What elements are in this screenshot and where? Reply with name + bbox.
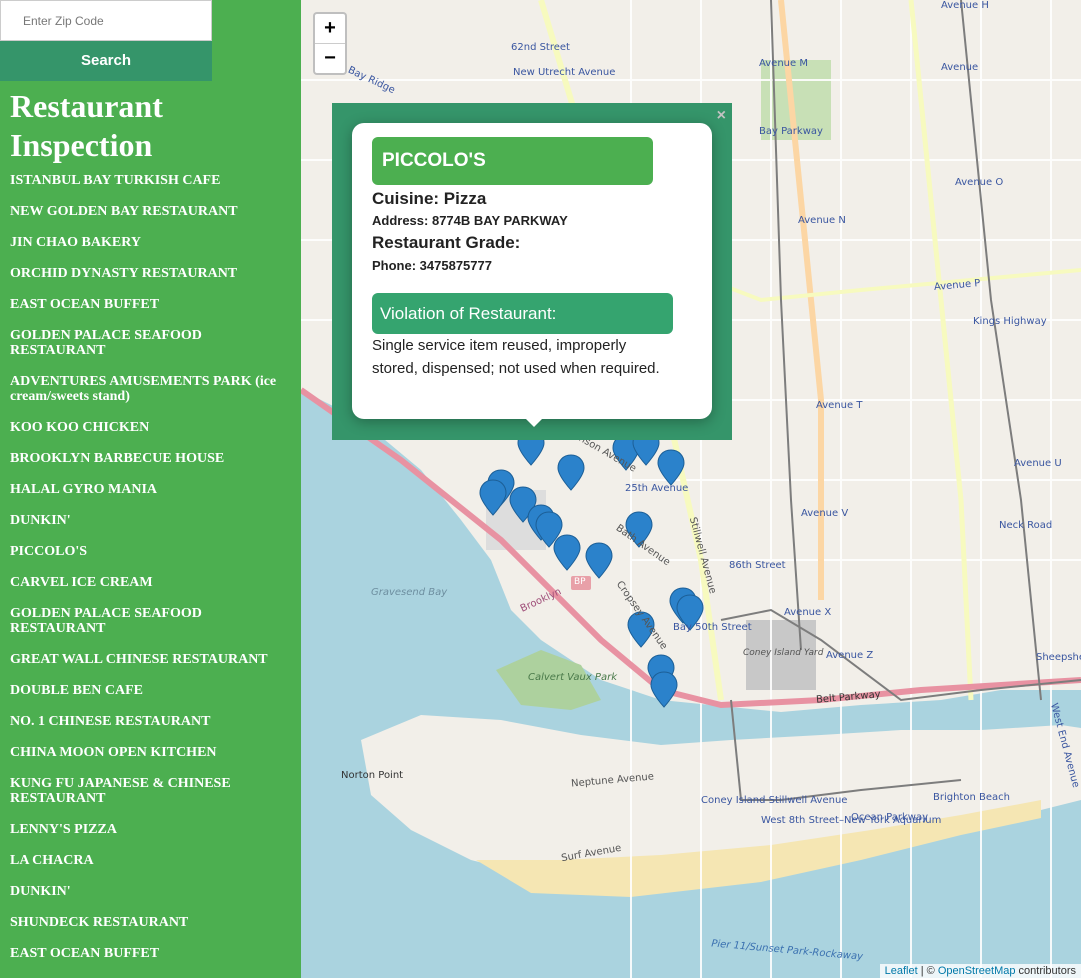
map-label: Bay Parkway: [759, 126, 823, 137]
restaurant-list-item[interactable]: DUNKIN': [10, 513, 295, 528]
map-label: Avenue O: [955, 177, 1004, 188]
zoom-control: + −: [313, 12, 347, 75]
map-label: Avenue U: [1014, 458, 1062, 469]
map-label: Avenue Z: [826, 650, 874, 661]
popup-content: PICCOLO'S Cuisine: Pizza Address: 8774B …: [352, 123, 712, 419]
restaurant-list-item[interactable]: CARVEL ICE CREAM: [10, 575, 295, 590]
restaurant-list-item[interactable]: SHUNDECK RESTAURANT: [10, 915, 295, 930]
restaurant-list-item[interactable]: ISTANBUL BAY TURKISH CAFE: [10, 173, 295, 188]
map-label: Avenue: [941, 62, 979, 73]
restaurant-list-item[interactable]: GOLDEN PALACE SEAFOOD RESTAURANT: [10, 606, 295, 636]
popup: × PICCOLO'S Cuisine: Pizza Address: 8774…: [332, 103, 732, 440]
map-label: Brighton Beach: [933, 792, 1010, 803]
restaurant-list-item[interactable]: KUNG FU JAPANESE & CHINESE RESTAURANT: [10, 776, 295, 806]
popup-grade: Restaurant Grade:: [372, 233, 521, 252]
page-title: Restaurant Inspection: [10, 88, 163, 163]
popup-phone: Phone: 3475875777: [372, 258, 492, 273]
map-label: Bay 50th Street: [673, 622, 752, 633]
restaurant-list-item[interactable]: NO. 1 CHINESE RESTAURANT: [10, 714, 295, 729]
sidebar: Search Restaurant Inspection ISTANBUL BA…: [0, 0, 301, 978]
zip-code-input[interactable]: [0, 0, 212, 41]
map-label: Avenue M: [759, 58, 808, 69]
map-label: Gravesend Bay: [371, 587, 448, 598]
map[interactable]: 62nd Street New Utrecht Avenue Bay Ridge…: [301, 0, 1081, 978]
zoom-out-button[interactable]: −: [315, 44, 345, 73]
map-label: Norton Point: [341, 770, 404, 781]
restaurant-list: ISTANBUL BAY TURKISH CAFE NEW GOLDEN BAY…: [10, 173, 295, 977]
restaurant-list-item[interactable]: ORCHID DYNASTY RESTAURANT: [10, 266, 295, 281]
popup-violation-heading: Violation of Restaurant:: [372, 293, 673, 334]
map-label: Ocean Parkway: [851, 812, 929, 823]
restaurant-list-item[interactable]: GOLDEN PALACE SEAFOOD RESTAURANT: [10, 328, 295, 358]
map-label: Neck Road: [999, 520, 1053, 531]
restaurant-list-item[interactable]: LENNY'S PIZZA: [10, 822, 295, 837]
map-label: 62nd Street: [511, 42, 570, 53]
restaurant-list-item[interactable]: HALAL GYRO MANIA: [10, 482, 295, 497]
map-attribution: Leaflet | © OpenStreetMap contributors: [879, 964, 1081, 978]
restaurant-list-item[interactable]: GREAT WALL CHINESE RESTAURANT: [10, 652, 295, 667]
map-label: Avenue X: [784, 607, 832, 618]
map-label: Calvert Vaux Park: [528, 672, 617, 683]
map-label: New Utrecht Avenue: [513, 67, 616, 78]
popup-address: Address: 8774B BAY PARKWAY: [372, 213, 568, 228]
zoom-in-button[interactable]: +: [315, 14, 345, 44]
restaurant-list-item[interactable]: EAST OCEAN BUFFET: [10, 297, 295, 312]
restaurant-list-item[interactable]: DOUBLE BEN CAFE: [10, 683, 295, 698]
restaurant-list-item[interactable]: LA CHACRA: [10, 853, 295, 868]
map-label: Avenue H: [941, 0, 989, 11]
restaurant-list-item[interactable]: ADVENTURES AMUSEMENTS PARK (ice cream/sw…: [10, 374, 295, 404]
attribution-suffix: contributors: [1015, 965, 1076, 977]
popup-violation-text: Single service item reused, improperly s…: [372, 337, 660, 377]
map-label: Sheepshead Bay: [1036, 652, 1081, 663]
map-label: Coney Island Stillwell Avenue: [701, 795, 848, 806]
popup-tip: [524, 417, 544, 427]
restaurant-list-item[interactable]: BROOKLYN BARBECUE HOUSE: [10, 451, 295, 466]
restaurant-list-item[interactable]: EAST OCEAN BUFFET: [10, 946, 295, 961]
restaurant-list-item[interactable]: NEW GOLDEN BAY RESTAURANT: [10, 204, 295, 219]
map-label: Avenue V: [801, 508, 849, 519]
osm-link[interactable]: OpenStreetMap: [938, 965, 1016, 977]
map-label: 25th Avenue: [625, 483, 689, 494]
leaflet-link[interactable]: Leaflet: [885, 965, 918, 977]
restaurant-list-item[interactable]: KOO KOO CHICKEN: [10, 420, 295, 435]
map-label: Kings Highway: [973, 316, 1047, 327]
attribution-separator: | ©: [917, 965, 938, 977]
map-label: Avenue N: [798, 215, 846, 226]
map-label: 86th Street: [729, 560, 786, 571]
popup-restaurant-name: PICCOLO'S: [372, 137, 653, 185]
map-label: Avenue T: [816, 400, 863, 411]
popup-close-button[interactable]: ×: [717, 107, 726, 125]
restaurant-list-item[interactable]: JIN CHAO BAKERY: [10, 235, 295, 250]
search-button[interactable]: Search: [0, 41, 212, 81]
popup-cuisine: Cuisine: Pizza: [372, 189, 487, 208]
map-label: Coney Island Yard: [743, 648, 824, 658]
restaurant-list-item[interactable]: DUNKIN': [10, 884, 295, 899]
restaurant-list-item[interactable]: PICCOLO'S: [10, 544, 295, 559]
restaurant-list-item[interactable]: CHINA MOON OPEN KITCHEN: [10, 745, 295, 760]
map-label: BP: [574, 577, 586, 587]
